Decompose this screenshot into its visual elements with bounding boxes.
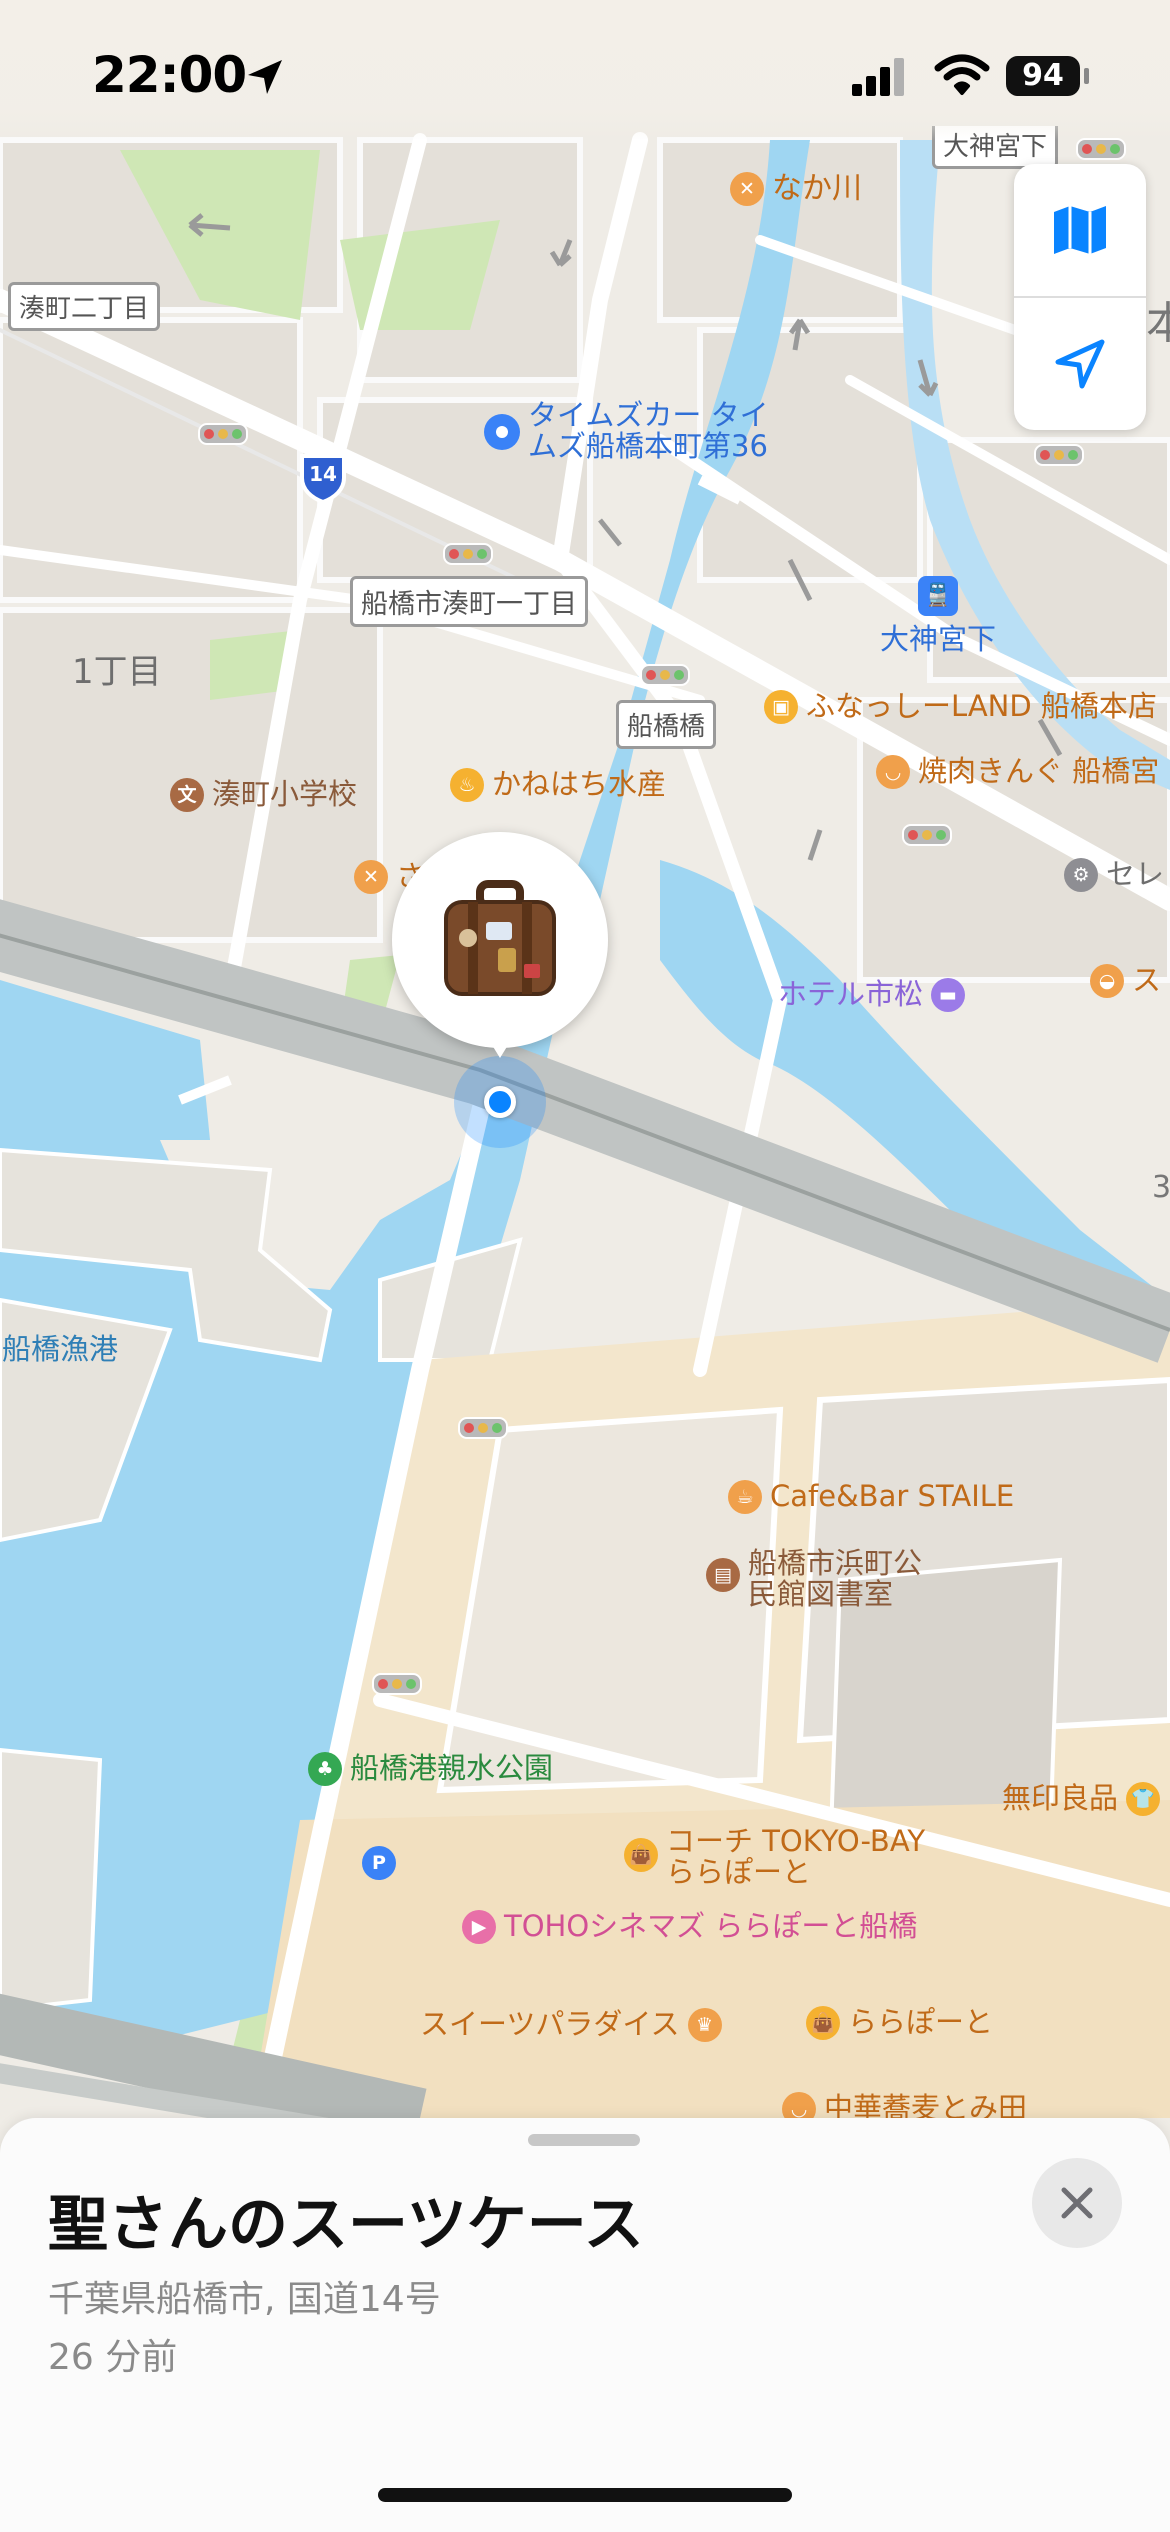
poi-label: 焼肉きんぐ 船橋宮 <box>918 754 1160 789</box>
wifi-icon <box>934 54 990 95</box>
location-services-icon <box>248 60 282 94</box>
poi-hotel[interactable]: ▬ ホテル市松 <box>778 977 966 1012</box>
poi-label: ス <box>1132 963 1162 998</box>
clock: 22:00 <box>92 46 247 104</box>
harbor-label: 船橋漁港 <box>2 1332 119 1366</box>
poi-label: 船橋市浜町公 民館図書室 <box>748 1546 923 1612</box>
battery-indicator: 94 <box>1006 56 1080 96</box>
poi-sweets[interactable]: ♛ スイーツパラダイス <box>420 2008 722 2042</box>
traffic-signal <box>372 1673 422 1695</box>
train-icon: 🚆 <box>918 576 958 616</box>
traffic-signal <box>1034 444 1084 466</box>
close-icon <box>1061 2187 1093 2219</box>
poi-nakagawa[interactable]: ✕ なか川 <box>730 172 862 206</box>
poi-label: コーチ TOKYO-BAY ららぽーと <box>666 1824 926 1890</box>
traffic-signal <box>198 423 248 445</box>
poi-parking[interactable]: P <box>362 1846 396 1880</box>
poi-muji[interactable]: 👕 無印良品 <box>1002 1781 1161 1816</box>
map-icon <box>1054 206 1106 254</box>
item-address: 千葉県船橋市, 国道14号 <box>48 2279 441 2320</box>
cup-icon: ☕ <box>728 1480 762 1514</box>
bowl-icon: ◡ <box>876 755 910 789</box>
traffic-signal <box>640 664 690 686</box>
poi-funasshi[interactable]: ▣ ふなっしーLAND 船橋本店 <box>764 690 1157 724</box>
poi-su[interactable]: ◒ ス <box>1090 964 1161 998</box>
poi-times-car[interactable]: タイムズカー タイ ムズ船橋本町第36 <box>484 398 769 464</box>
cellular-signal-icon <box>852 58 904 96</box>
poi-label: 大神宮下 <box>880 622 997 656</box>
poi-label: スイーツパラダイス <box>420 2007 680 2042</box>
poi-label: ららぽーと <box>848 2005 994 2040</box>
route-shield-number: 14 <box>309 462 337 486</box>
traffic-signal <box>1076 138 1126 160</box>
poi-sere[interactable]: ⚙ セレ <box>1064 858 1164 892</box>
poi-label: ふなっしーLAND 船橋本店 <box>806 689 1157 724</box>
film-icon: ▶ <box>462 1910 496 1944</box>
parking-icon: P <box>362 1846 396 1880</box>
location-dot-icon <box>484 414 520 450</box>
cake-icon: ♛ <box>687 2008 722 2042</box>
bed-icon: ▬ <box>931 978 966 1012</box>
shirt-icon: 👕 <box>1126 1782 1161 1816</box>
item-title: 聖さんのスーツケース <box>48 2190 644 2260</box>
bag-icon: 👜 <box>624 1838 658 1872</box>
bag-icon: 👜 <box>806 2006 840 2040</box>
poi-kanehachi[interactable]: ♨ かねはち水産 <box>450 768 666 802</box>
poi-yakiniku[interactable]: ◡ 焼肉きんぐ 船橋宮 <box>876 755 1159 789</box>
school-icon: 文 <box>170 778 204 812</box>
basket-icon: ♨ <box>450 768 484 802</box>
map-controls <box>1014 164 1146 430</box>
poi-label: セレ <box>1106 857 1165 892</box>
close-button[interactable] <box>1032 2158 1122 2248</box>
poi-label: TOHOシネマズ ららぽーと船橋 <box>504 1909 918 1944</box>
traffic-signal <box>458 1417 508 1439</box>
suitcase-icon <box>444 880 556 996</box>
battery-level: 94 <box>1022 58 1064 93</box>
edge-label-hon: 本 <box>1146 298 1170 349</box>
last-seen-time: 26 分前 <box>48 2337 178 2378</box>
locate-me-button[interactable] <box>1014 298 1146 430</box>
map-mode-button[interactable] <box>1014 164 1146 296</box>
route-shield-14: 14 <box>296 450 350 505</box>
tree-icon: ♣ <box>308 1752 342 1786</box>
area-label-minatomachi-2: 湊町二丁目 <box>8 282 161 331</box>
bridge-label-funabashi: 船橋橋 <box>616 700 717 749</box>
battery-cap <box>1084 68 1089 84</box>
poi-label: タイムズカー タイ ムズ船橋本町第36 <box>528 398 769 464</box>
pin-tail <box>484 1032 516 1058</box>
poi-label: 船橋港親水公園 <box>350 1751 554 1786</box>
shopping-bag-icon: ▣ <box>764 690 798 724</box>
poi-label: 無印良品 <box>1002 1781 1119 1816</box>
poi-station[interactable]: 🚆 大神宮下 <box>880 576 996 655</box>
service-icon: ⚙ <box>1064 858 1098 892</box>
poi-toho[interactable]: ▶ TOHOシネマズ ららぽーと船橋 <box>462 1910 917 1944</box>
poi-label: Cafe&Bar STAILE <box>770 1479 1015 1514</box>
traffic-signal <box>902 824 952 846</box>
poi-label: かねはち水産 <box>492 767 667 802</box>
poi-label: 湊町小学校 <box>212 777 358 812</box>
status-bar: 22:00 94 <box>0 0 1170 140</box>
restaurant-icon: ✕ <box>730 172 764 206</box>
poi-coach[interactable]: 👜 コーチ TOKYO-BAY ららぽーと <box>624 1824 926 1890</box>
edge-label-3: 3 <box>1152 1170 1170 1205</box>
poi-lalaport[interactable]: 👜 ららぽーと <box>806 2006 993 2040</box>
area-label-funabashi-minatomachi-1: 船橋市湊町一丁目 <box>350 576 588 627</box>
sushi-icon: ◒ <box>1090 964 1124 998</box>
area-label-chome-1: 1丁目 <box>72 652 162 692</box>
poi-cafe[interactable]: ☕ Cafe&Bar STAILE <box>728 1480 1014 1514</box>
poi-school[interactable]: 文 湊町小学校 <box>170 778 357 812</box>
poi-park[interactable]: ♣ 船橋港親水公園 <box>308 1752 553 1786</box>
item-location-pin[interactable] <box>392 832 608 1152</box>
book-icon: ▤ <box>706 1558 740 1592</box>
traffic-signal <box>443 543 493 565</box>
location-dot <box>484 1086 516 1118</box>
item-detail-sheet: 聖さんのスーツケース 千葉県船橋市, 国道14号 26 分前 <box>0 2118 1170 2532</box>
sheet-grabber[interactable] <box>528 2134 640 2146</box>
poi-label: ホテル市松 <box>778 977 924 1012</box>
location-arrow-icon <box>1055 339 1105 389</box>
poi-label: なか川 <box>772 170 862 206</box>
restaurant-icon: ✕ <box>354 860 388 894</box>
home-indicator[interactable] <box>378 2488 792 2502</box>
poi-library[interactable]: ▤ 船橋市浜町公 民館図書室 <box>706 1546 923 1612</box>
